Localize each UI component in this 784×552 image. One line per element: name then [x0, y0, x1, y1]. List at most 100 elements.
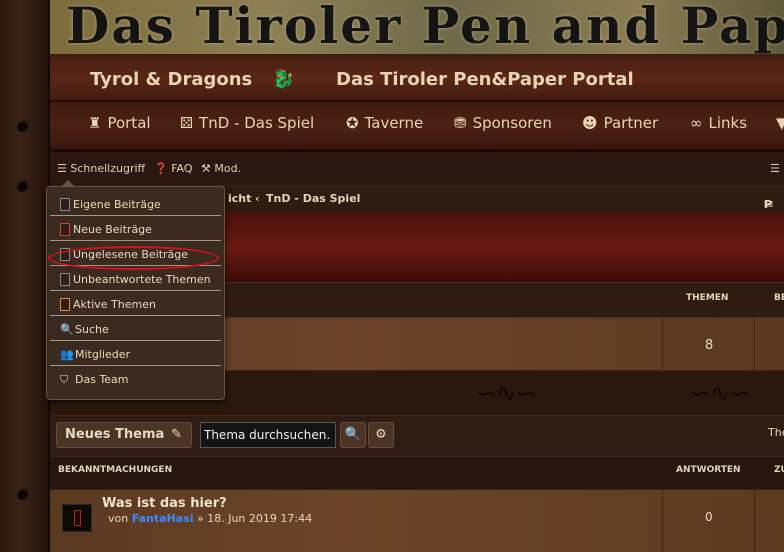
nav-item-partner[interactable]: ☻ Partner: [582, 114, 658, 132]
topic-title[interactable]: Was ist das hier?: [102, 496, 227, 511]
search-icon: 🔍: [344, 427, 362, 442]
menu-item-aktive-themen[interactable]: Aktive Themen: [50, 291, 221, 316]
ornament-icon: ∽∿∽: [690, 379, 751, 407]
menu-icon: ☰: [57, 162, 67, 175]
col-antworten: ANTWORTEN: [676, 465, 741, 475]
new-topic-label: Neues Thema: [65, 427, 165, 442]
by-label: von: [108, 512, 129, 525]
topic-toolbar: Neues Thema ✎ 🔍 ⚙ The: [50, 416, 784, 456]
nav-item-sponsoren[interactable]: ⛃ Sponsoren: [454, 114, 552, 132]
new-topic-button[interactable]: Neues Thema ✎: [56, 422, 192, 448]
site-bar: Tyrol & Dragons 🐉 Das Tiroler Pen&Paper …: [50, 57, 784, 102]
col-themen: THEMEN: [686, 293, 729, 303]
nav-item-taverne[interactable]: ✪ Taverne: [346, 114, 423, 132]
nav-label: Partner: [603, 114, 659, 132]
shield-icon: ⛉: [60, 373, 69, 386]
col-beitraege: BE: [774, 293, 784, 303]
inbox-label: P: [764, 198, 773, 211]
banner-title: Das Tiroler Pen and Paper: [66, 0, 784, 55]
users-icon: ☻: [582, 114, 598, 132]
search-button[interactable]: 🔍: [340, 422, 366, 448]
menu-item-label: Eigene Beiträge: [73, 198, 161, 211]
bolt-icon: [16, 180, 28, 192]
menu-item-neue-beitraege[interactable]: Neue Beiträge: [50, 216, 221, 241]
nav-item-links[interactable]: ∞ Links: [690, 114, 747, 132]
faq-label: FAQ: [171, 162, 193, 175]
toolbar-right-text: The: [768, 426, 784, 439]
ornament-icon: ∽∿∽: [476, 379, 537, 407]
nav-item-tnd[interactable]: ⚄ TnD - Das Spiel: [180, 114, 314, 132]
site-name[interactable]: Tyrol & Dragons: [90, 69, 252, 90]
beitraege-cell: [754, 318, 784, 370]
quick-bar: ☰ Schnellzugriff ❓ FAQ ⚒ Mod. ☰: [50, 152, 784, 186]
document-icon: [60, 298, 70, 311]
post-date: » 18. Jun 2019 17:44: [196, 512, 313, 525]
header-banner[interactable]: Das Tiroler Pen and Paper: [50, 0, 784, 57]
portal-name[interactable]: Das Tiroler Pen&Paper Portal: [336, 69, 634, 90]
mod-label: Mod.: [214, 162, 242, 175]
menu-item-das-team[interactable]: ⛉ Das Team: [50, 366, 221, 391]
nav-label: Sponsoren: [472, 114, 552, 132]
search-settings-button[interactable]: ⚙: [368, 422, 394, 448]
menu-item-label: Ungelesene Beiträge: [73, 248, 189, 261]
bolt-icon: [16, 488, 28, 500]
menu-item-label: Aktive Themen: [73, 298, 156, 311]
dragon-icon: 🐉: [272, 69, 295, 90]
document-icon: [60, 248, 70, 261]
dice-icon: ⚄: [180, 114, 194, 132]
document-icon: [60, 198, 70, 211]
gavel-icon: ⚒: [201, 162, 211, 175]
topic-status-icon: [62, 504, 92, 532]
announcements-title: BEKANNTMACHUNGEN: [58, 465, 173, 475]
nav-label: Taverne: [364, 114, 424, 132]
menu-item-label: Das Team: [75, 373, 129, 386]
main-nav: ♜ Portal ⚄ TnD - Das Spiel ✪ Taverne ⛃ Spons…: [50, 102, 784, 152]
views-cell: [754, 490, 784, 552]
nav-item-portal[interactable]: ♜ Portal: [88, 114, 151, 132]
menu-item-suche[interactable]: 🔍Suche: [50, 316, 221, 341]
faq-link[interactable]: ❓ FAQ: [154, 162, 193, 175]
breadcrumb-partial[interactable]: icht: [228, 192, 251, 205]
dropdown-caret: [61, 180, 75, 187]
question-icon: ❓: [154, 162, 168, 175]
topic-byline: von FantaHasi » 18. Jun 2019 17:44: [108, 512, 312, 525]
bolt-icon: [16, 120, 28, 132]
nav-item-overflow[interactable]: ▼: [776, 114, 784, 132]
left-wood-frame: [0, 0, 50, 552]
gear-icon: ⚙: [375, 427, 387, 442]
col-zugriffe: ZU: [774, 465, 784, 475]
coins-icon: ⛃: [454, 114, 467, 132]
themen-cell: 8: [662, 318, 754, 370]
sliders-icon[interactable]: ☰: [770, 162, 780, 175]
tavern-icon: ✪: [346, 114, 359, 132]
author-link[interactable]: FantaHasi: [132, 512, 194, 525]
topic-row[interactable]: Was ist das hier? von FantaHasi » 18. Ju…: [50, 490, 784, 552]
menu-item-label: Unbeantwortete Themen: [73, 273, 211, 286]
mod-link[interactable]: ⚒ Mod.: [201, 162, 241, 175]
answers-count: 0: [705, 510, 713, 524]
menu-item-unbeantwortete-themen[interactable]: Unbeantwortete Themen: [50, 266, 221, 291]
breadcrumb-current[interactable]: TnD - Das Spiel: [266, 192, 360, 205]
menu-item-mitglieder[interactable]: 👥Mitglieder: [50, 341, 221, 366]
search-icon: 🔍: [60, 323, 74, 336]
nav-label: Links: [708, 114, 748, 132]
breadcrumb-separator: ‹: [255, 192, 260, 205]
quick-menu-label: Schnellzugriff: [70, 162, 146, 175]
pencil-icon: ✎: [171, 427, 182, 442]
quick-menu-button[interactable]: ☰ Schnellzugriff: [57, 162, 145, 175]
nav-label: Portal: [107, 114, 151, 132]
document-icon: [60, 273, 70, 286]
announcements-header: BEKANNTMACHUNGEN ANTWORTEN ZU: [50, 456, 784, 490]
topic-search-input[interactable]: [200, 422, 336, 448]
menu-item-ungelesene-beitraege[interactable]: Ungelesene Beiträge: [50, 241, 221, 266]
themen-count: 8: [705, 338, 714, 353]
menu-item-label: Suche: [75, 323, 109, 336]
castle-icon: ♜: [88, 114, 102, 132]
quick-access-dropdown: Eigene Beiträge Neue Beiträge Ungelesene…: [46, 180, 225, 400]
document-icon: [60, 223, 70, 236]
menu-item-label: Mitglieder: [75, 348, 130, 361]
nav-label: TnD - Das Spiel: [199, 114, 315, 132]
menu-item-eigene-beitraege[interactable]: Eigene Beiträge: [50, 191, 221, 216]
users-icon: 👥: [60, 348, 74, 361]
link-icon: ∞: [690, 114, 703, 132]
